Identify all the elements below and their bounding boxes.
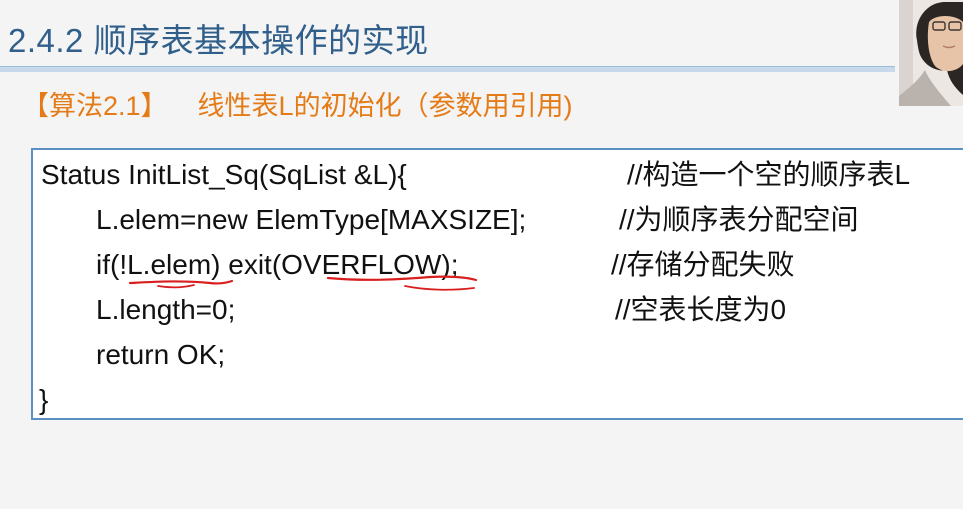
code-comment-4: //空表长度为0 [615, 294, 787, 325]
code-line-3: if(!L.elem) exit(OVERFLOW); [96, 249, 459, 280]
code-line-1: Status InitList_Sq(SqList &L){ [41, 159, 407, 190]
presenter-video-icon [899, 0, 963, 106]
algorithm-heading: 【算法2.1】 线性表L的初始化（参数用引用) [22, 84, 573, 123]
code-comment-1: //构造一个空的顺序表L [627, 159, 911, 190]
code-line-6: } [39, 384, 49, 415]
code-comment-3: //存储分配失败 [611, 249, 795, 280]
title-divider [0, 66, 895, 72]
presenter-webcam-thumbnail [899, 0, 963, 106]
code-line-2: L.elem=new ElemType[MAXSIZE]; [96, 204, 527, 235]
code-listing: Status InitList_Sq(SqList &L){ L.elem=ne… [31, 148, 963, 420]
code-line-5: return OK; [96, 339, 226, 370]
algorithm-tag: 【算法2.1】 [22, 91, 168, 121]
slide-title: 2.4.2 顺序表基本操作的实现 [8, 22, 429, 59]
code-comment-2: //为顺序表分配空间 [619, 204, 859, 235]
code-line-4: L.length=0; [96, 294, 236, 325]
algorithm-title: 线性表L的初始化（参数用引用) [197, 91, 573, 121]
